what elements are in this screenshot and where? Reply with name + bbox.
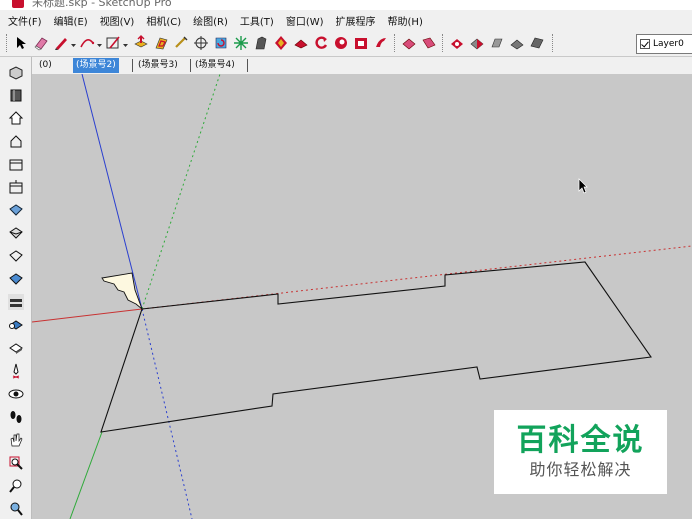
tab-scene-4[interactable]: (场景号4) <box>192 58 238 73</box>
monochrome-icon[interactable] <box>7 339 25 357</box>
chevron-down-icon[interactable] <box>71 40 76 47</box>
tab-scene-0[interactable]: (0) <box>36 58 55 73</box>
push-pull-icon[interactable] <box>132 34 150 52</box>
scene-tabs: (0) (场景号2) (场景号3) (场景号4) <box>32 57 692 74</box>
toolbar-grip[interactable] <box>552 34 554 52</box>
menu-bar: 文件(F) 编辑(E) 视图(V) 相机(C) 绘图(R) 工具(T) 窗口(W… <box>0 10 692 30</box>
pencil-line-icon[interactable] <box>52 34 70 52</box>
floor-outline[interactable] <box>100 261 652 433</box>
tab-scene-2[interactable]: (场景号2) <box>73 58 119 73</box>
sketchup-window: 未标题.skp - SketchUp Pro 文件(F) 编辑(E) 视图(V)… <box>0 0 692 519</box>
layer-dropdown[interactable]: Layer0 <box>636 34 692 54</box>
green-axis-dashed <box>141 74 221 310</box>
green-axis-solid <box>69 431 103 519</box>
menu-draw[interactable]: 绘图(R) <box>193 13 228 28</box>
title-bar: 未标题.skp - SketchUp Pro <box>0 0 692 10</box>
eraser-icon[interactable] <box>32 34 50 52</box>
pan-icon[interactable] <box>312 34 330 52</box>
tab-separator <box>247 59 248 72</box>
toolbar-grip[interactable] <box>6 34 8 52</box>
toolbar-grip[interactable] <box>442 34 444 52</box>
chevron-down-icon[interactable] <box>123 40 128 47</box>
sketchup-app-icon <box>12 0 24 8</box>
menu-tools[interactable]: 工具(T) <box>240 13 274 28</box>
position-camera-icon[interactable] <box>7 362 25 380</box>
blue-axis-dashed <box>141 308 193 519</box>
red-axis-solid <box>32 308 143 323</box>
zoom-icon[interactable] <box>332 34 350 52</box>
follow-me-icon[interactable] <box>252 34 270 52</box>
current-layer-label: Layer0 <box>653 39 684 49</box>
solid-outer-shell-icon[interactable] <box>508 34 526 52</box>
watermark-title: 百科全说 <box>516 423 645 458</box>
right-view-icon[interactable] <box>7 132 25 150</box>
checkmark-icon <box>640 39 650 49</box>
tab-separator <box>132 59 133 72</box>
menu-extensions[interactable]: 扩展程序 <box>336 13 376 28</box>
iso-view-icon[interactable] <box>7 63 25 81</box>
paint-bucket-icon[interactable] <box>172 34 190 52</box>
tab-scene-3[interactable]: (场景号3) <box>135 58 181 73</box>
scale-icon[interactable] <box>232 34 250 52</box>
views-toolbar <box>0 57 32 519</box>
shaded-icon[interactable] <box>7 293 25 311</box>
watermark: 百科全说 助你轻松解决 <box>494 410 667 494</box>
window-title: 未标题.skp - SketchUp Pro <box>32 0 172 9</box>
walk-icon[interactable] <box>7 408 25 426</box>
solid-split-icon[interactable] <box>488 34 506 52</box>
arc-icon[interactable] <box>78 34 96 52</box>
textured-icon[interactable] <box>7 316 25 334</box>
solid-trim-icon[interactable] <box>468 34 486 52</box>
moulding-profile[interactable] <box>101 272 144 311</box>
select-arrow-icon[interactable] <box>12 34 30 52</box>
solid-union-icon[interactable] <box>400 34 418 52</box>
hidden-line-icon[interactable] <box>7 270 25 288</box>
warehouse-icon[interactable] <box>352 34 370 52</box>
top-view-icon[interactable] <box>7 86 25 104</box>
mouse-cursor-icon <box>578 178 588 197</box>
menu-file[interactable]: 文件(F) <box>8 13 42 28</box>
menu-help[interactable]: 帮助(H) <box>388 13 423 28</box>
extension-icon[interactable] <box>372 34 390 52</box>
rectangle-icon[interactable] <box>104 34 122 52</box>
toolbar-grip[interactable] <box>394 34 396 52</box>
hand-pan-icon[interactable] <box>7 431 25 449</box>
solid-subtract-icon[interactable] <box>420 34 438 52</box>
bottom-view-icon[interactable] <box>7 201 25 219</box>
look-around-icon[interactable] <box>7 385 25 403</box>
watermark-subtitle: 助你轻松解决 <box>529 460 632 479</box>
back-view-icon[interactable] <box>7 155 25 173</box>
blue-axis-solid <box>81 74 143 310</box>
previous-view-icon[interactable] <box>7 500 25 518</box>
offset-icon[interactable] <box>152 34 170 52</box>
menu-camera[interactable]: 相机(C) <box>146 13 181 28</box>
solid-intersect-icon[interactable] <box>448 34 466 52</box>
move-icon[interactable] <box>192 34 210 52</box>
orbit-icon[interactable] <box>292 34 310 52</box>
left-view-icon[interactable] <box>7 178 25 196</box>
rotate-icon[interactable] <box>212 34 230 52</box>
chevron-down-icon[interactable] <box>97 40 102 47</box>
flip-icon[interactable] <box>272 34 290 52</box>
tab-separator <box>190 59 191 72</box>
menu-view[interactable]: 视图(V) <box>100 13 135 28</box>
wireframe-icon[interactable] <box>7 247 25 265</box>
menu-window[interactable]: 窗口(W) <box>286 13 324 28</box>
solid-tool-icon[interactable] <box>528 34 546 52</box>
main-toolbar <box>0 30 692 57</box>
menu-edit[interactable]: 编辑(E) <box>54 13 88 28</box>
front-view-icon[interactable] <box>7 109 25 127</box>
xray-icon[interactable] <box>7 224 25 242</box>
zoom-extents-icon[interactable] <box>7 477 25 495</box>
zoom-window-icon[interactable] <box>7 454 25 472</box>
